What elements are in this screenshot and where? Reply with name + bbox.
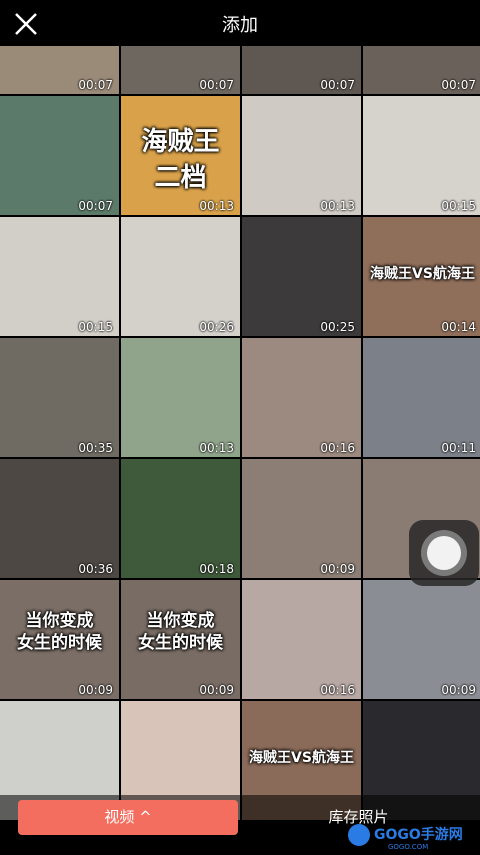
media-tile[interactable]: 海贼王VS航海王 00:14 xyxy=(363,217,480,336)
tile-duration: 00:36 xyxy=(78,562,113,576)
tile-caption: 当你变成 女生的时候 xyxy=(17,611,102,653)
tile-duration: 00:26 xyxy=(199,320,234,334)
tile-duration: 00:14 xyxy=(441,320,476,334)
tile-duration: 00:09 xyxy=(320,562,355,576)
media-tile[interactable]: 00:07 xyxy=(0,96,119,215)
tile-duration: 00:07 xyxy=(320,78,355,92)
media-tile[interactable]: 当你变成 女生的时候 00:09 xyxy=(121,580,240,699)
media-tile[interactable]: 00:13 xyxy=(242,96,361,215)
tile-duration: 00:16 xyxy=(320,441,355,455)
media-tile[interactable]: 00:13 xyxy=(121,338,240,457)
media-tile[interactable]: 00:35 xyxy=(0,338,119,457)
tile-duration: 00:35 xyxy=(78,441,113,455)
tile-duration: 00:15 xyxy=(78,320,113,334)
assistive-inner-dot xyxy=(427,536,461,570)
media-tile[interactable]: 00:16 xyxy=(242,338,361,457)
tile-duration: 00:07 xyxy=(78,78,113,92)
tile-duration: 00:11 xyxy=(441,441,476,455)
media-tile[interactable]: 00:26 xyxy=(121,217,240,336)
media-tile[interactable]: 00:36 xyxy=(0,459,119,578)
tile-duration: 00:09 xyxy=(199,683,234,697)
media-tile[interactable]: 当你变成 女生的时候 00:09 xyxy=(0,580,119,699)
tile-duration: 00:13 xyxy=(320,199,355,213)
tile-caption: 当你变成 女生的时候 xyxy=(138,611,223,653)
watermark: GOGO手游网 GOGO.COM xyxy=(348,822,478,852)
media-tile[interactable]: 00:11 xyxy=(363,338,480,457)
tile-duration: 00:13 xyxy=(199,441,234,455)
page-title: 添加 xyxy=(222,15,258,36)
tile-duration: 00:13 xyxy=(199,199,234,213)
media-tile[interactable]: 00:25 xyxy=(242,217,361,336)
assistive-touch-button[interactable] xyxy=(409,520,479,586)
media-tile[interactable]: 00:09 xyxy=(242,459,361,578)
tile-caption: 海贼王VS航海王 xyxy=(370,266,475,282)
watermark-logo-icon xyxy=(348,824,370,846)
watermark-subtext: GOGO.COM xyxy=(388,843,429,851)
media-tile[interactable]: 00:15 xyxy=(0,217,119,336)
top-bar: 添加 xyxy=(0,0,480,46)
video-tab-button[interactable]: 视频 ^ xyxy=(18,800,238,835)
tile-caption: 海贼王 二档 xyxy=(141,127,220,193)
media-grid: 00:07 00:07 00:07 00:07 00:07 海贼王 二档 00:13 00:1… xyxy=(0,0,480,855)
media-tile[interactable]: 00:16 xyxy=(242,580,361,699)
media-tile[interactable]: 00:15 xyxy=(363,96,480,215)
tile-duration: 00:09 xyxy=(78,683,113,697)
tile-duration: 00:18 xyxy=(199,562,234,576)
tile-duration: 00:07 xyxy=(78,199,113,213)
watermark-text: GOGO手游网 xyxy=(374,827,463,843)
media-tile[interactable]: 00:09 xyxy=(363,580,480,699)
tile-duration: 00:09 xyxy=(441,683,476,697)
tile-duration: 00:25 xyxy=(320,320,355,334)
media-tile[interactable]: 00:18 xyxy=(121,459,240,578)
tile-duration: 00:07 xyxy=(441,78,476,92)
tile-duration: 00:07 xyxy=(199,78,234,92)
media-tile[interactable]: 海贼王 二档 00:13 xyxy=(121,96,240,215)
tile-duration: 00:15 xyxy=(441,199,476,213)
tile-duration: 00:16 xyxy=(320,683,355,697)
tile-caption: 海贼王VS航海王 xyxy=(249,750,354,766)
